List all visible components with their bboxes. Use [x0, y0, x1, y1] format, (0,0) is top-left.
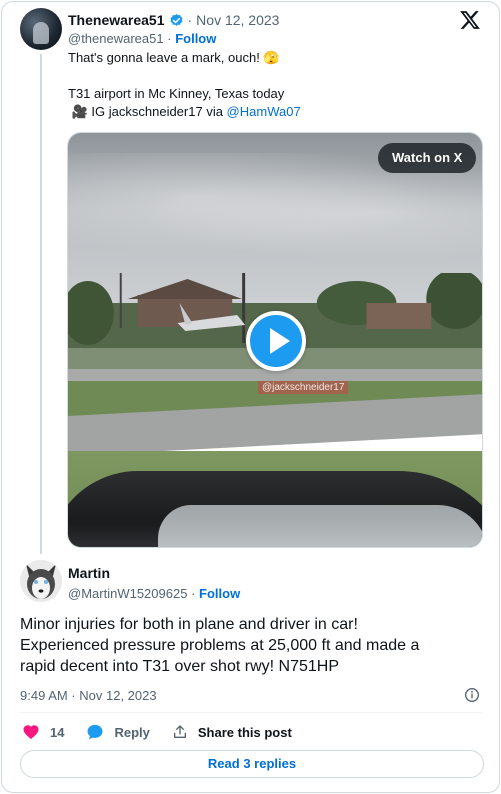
share-label: Share this post [197, 724, 292, 740]
quoted-date[interactable]: Nov 12, 2023 [196, 12, 279, 28]
tweet-handle[interactable]: @MartinW15209625 [68, 586, 187, 601]
embedded-tweet-card: Thenewarea51 · Nov 12, 2023 @thenewarea5… [1, 1, 500, 793]
tweet-subline: @MartinW15209625 · Follow [68, 586, 240, 601]
quoted-subline: @thenewarea51 · Follow [68, 31, 216, 46]
tweet-timestamp[interactable]: 9:49 AM · Nov 12, 2023 [20, 688, 157, 703]
mention-hamwa07-link[interactable]: @HamWa07 [227, 104, 301, 119]
divider [20, 712, 482, 713]
thread-line [40, 54, 42, 554]
reply-button[interactable]: Reply [86, 723, 150, 741]
tweet-display-name[interactable]: Martin [68, 565, 110, 581]
quoted-handle-separator: · [167, 31, 172, 46]
quoted-handle[interactable]: @thenewarea51 [68, 31, 164, 46]
quoted-text-line-1: That's gonna leave a mark, ouch! 🫣 [68, 50, 280, 65]
quoted-text-line-4: 🎥 IG jackschneider17 via @HamWa07 [68, 103, 301, 121]
thenewarea51-avatar[interactable] [20, 8, 62, 50]
tweet-text-line-3: rapid decent into T31 over shot rwy! N75… [20, 658, 339, 675]
quoted-text-line-2 [68, 67, 301, 85]
x-logo-icon[interactable] [459, 9, 481, 31]
read-replies-button[interactable]: Read 3 replies [20, 750, 484, 778]
heart-icon [23, 725, 39, 740]
watch-on-x-button[interactable]: Watch on X [378, 143, 477, 173]
tweet-text: Minor injuries for both in plane and dri… [20, 614, 490, 677]
share-icon [173, 725, 186, 738]
share-button[interactable]: Share this post [172, 724, 292, 740]
follow-martin-link[interactable]: Follow [199, 586, 240, 601]
tweet-text-line-1: Minor injuries for both in plane and dri… [20, 616, 358, 633]
quoted-display-name[interactable]: Thenewarea51 [68, 12, 165, 28]
video-watermark: @jackschneider17 [258, 381, 349, 394]
tweet-handle-separator: · [191, 586, 196, 601]
quoted-text-line-4-body: 🎥 IG jackschneider17 via [71, 104, 227, 119]
quoted-text-line-3: T31 airport in Mc Kinney, Texas today [68, 86, 285, 101]
reply-bubble-icon [87, 724, 103, 740]
quoted-separator: · [187, 12, 193, 28]
verified-badge-icon [170, 13, 182, 26]
play-icon[interactable] [246, 311, 306, 371]
video-thumbnail[interactable]: @jackschneider17 Watch on X [67, 132, 483, 548]
info-icon[interactable] [464, 687, 480, 703]
quoted-tweet-text: That's gonna leave a mark, ouch! 🫣 T31 a… [68, 49, 301, 121]
tweet-actions: 14 Reply Share this post [22, 723, 314, 741]
quoted-tweet-header: Thenewarea51 · Nov 12, 2023 [68, 11, 279, 29]
martin-avatar[interactable] [20, 560, 62, 602]
reply-label: Reply [114, 724, 150, 740]
like-count: 14 [50, 724, 65, 740]
like-button[interactable]: 14 [22, 723, 64, 741]
follow-thenewarea51-link[interactable]: Follow [175, 31, 216, 46]
tweet-text-line-2: Experienced pressure problems at 25,000 … [20, 637, 420, 654]
